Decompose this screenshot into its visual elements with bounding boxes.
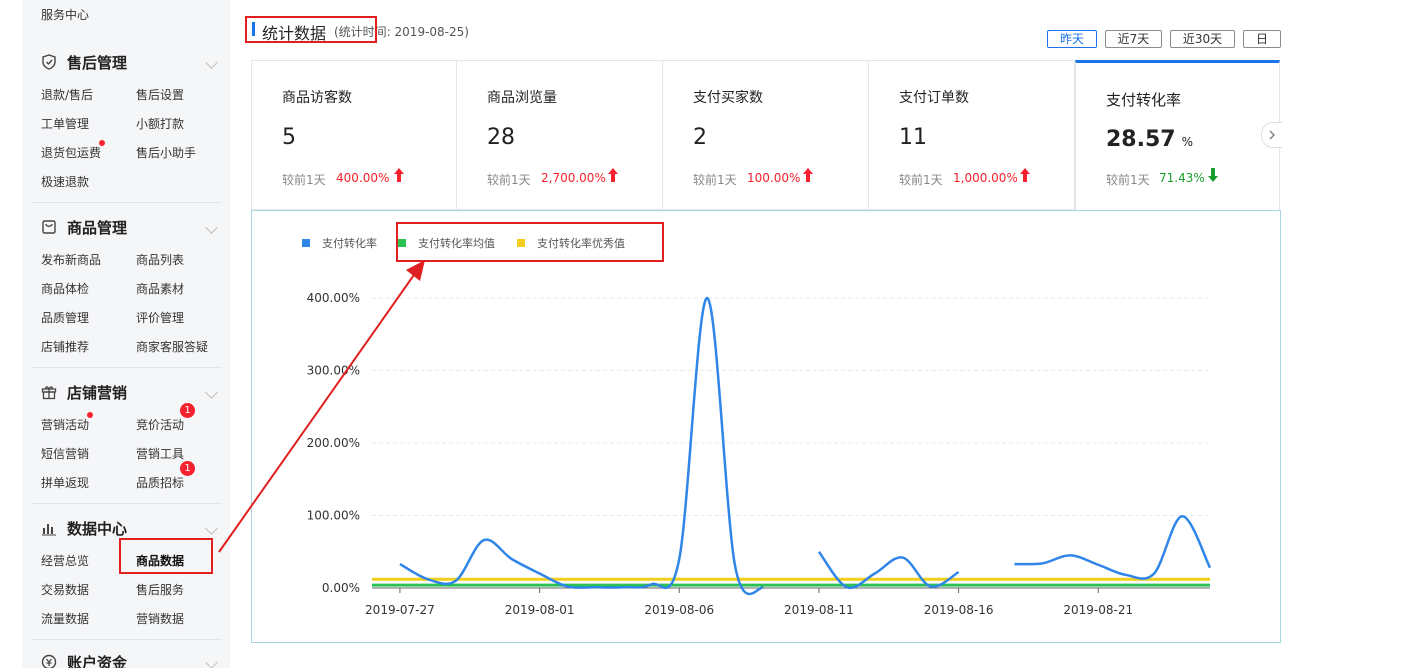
annotation-arrow-head	[406, 260, 425, 281]
annotation-arrow	[218, 260, 425, 553]
annotation-arrow-line	[218, 271, 417, 553]
